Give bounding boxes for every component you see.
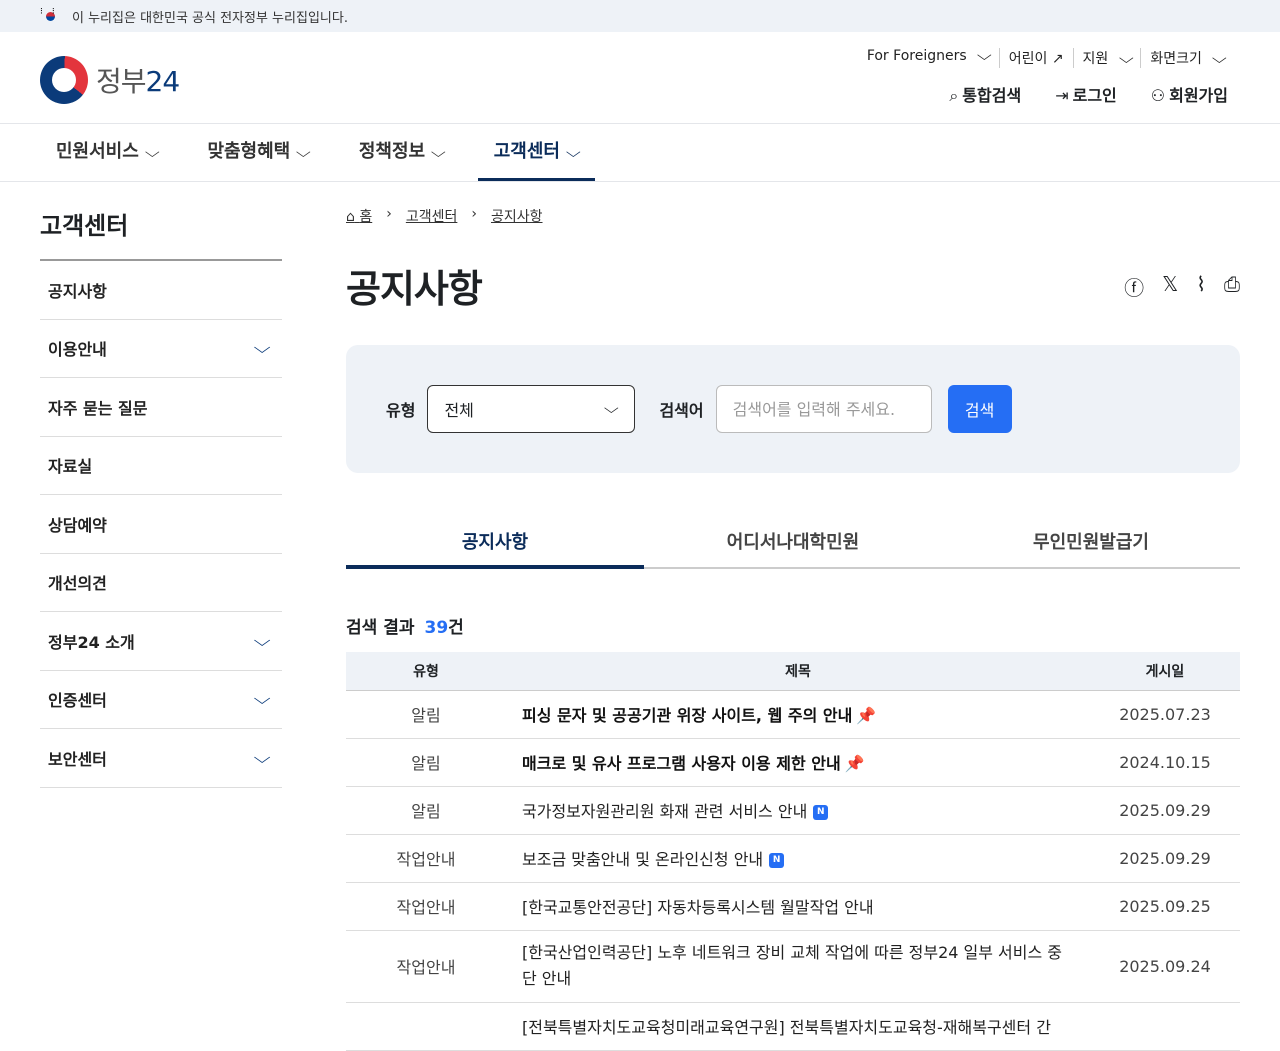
pin-icon: 📌 bbox=[856, 706, 877, 725]
util-support[interactable]: 지원 ⌵ bbox=[1072, 48, 1141, 68]
x-twitter-icon[interactable]: 𝕏 bbox=[1162, 272, 1178, 301]
login-button[interactable]: ⇥ 로그인 bbox=[1055, 82, 1117, 106]
chevron-down-icon: ⌵ bbox=[253, 630, 271, 650]
result-count: 검색 결과 39건 bbox=[346, 618, 464, 638]
sidebar-item-security[interactable]: 보안센터 ⌵ bbox=[40, 729, 282, 788]
logo-text-b: 24 bbox=[145, 65, 181, 98]
nav-customer-center[interactable]: 고객센터 ⌵ bbox=[477, 124, 595, 181]
nav-civil-service[interactable]: 민원서비스 ⌵ bbox=[40, 124, 173, 181]
chevron-down-icon: ⌵ bbox=[431, 145, 446, 161]
sidebar-item-auth[interactable]: 인증센터 ⌵ bbox=[40, 671, 282, 729]
chevron-down-icon: ⌵ bbox=[603, 401, 619, 417]
sidebar-item-notice[interactable]: 공지사항 bbox=[40, 261, 282, 320]
nav-benefits[interactable]: 맞춤형혜택 ⌵ bbox=[191, 124, 324, 181]
sidebar-item-about[interactable]: 정부24 소개 ⌵ bbox=[40, 612, 282, 671]
link-clip-icon[interactable]: ⌇ bbox=[1196, 272, 1206, 301]
gov24-logo[interactable]: 정부24 bbox=[40, 56, 181, 104]
signup-button[interactable]: ⚇ 회원가입 bbox=[1151, 82, 1228, 106]
print-icon[interactable]: ⎙ bbox=[1224, 272, 1240, 301]
chevron-down-icon: ⌵ bbox=[253, 338, 271, 358]
table-row[interactable]: 작업안내 [한국교통안전공단] 자동차등록시스템 월말작업 안내 2025.09… bbox=[346, 882, 1240, 931]
share-tools: ⓕ 𝕏 ⌇ ⎙ bbox=[1124, 272, 1240, 301]
utility-menu: For Foreigners ⌵ 어린이 ↗ 지원 ⌵ 화면크기 ⌵ bbox=[858, 48, 1234, 68]
table-row[interactable]: 알림 국가정보자원관리원 화재 관련 서비스 안내 N 2025.09.29 bbox=[346, 786, 1240, 835]
chevron-down-icon: ⌵ bbox=[565, 145, 581, 161]
sidebar-item-reservation[interactable]: 상담예약 bbox=[40, 495, 282, 554]
sidebar-item-archive[interactable]: 자료실 bbox=[40, 437, 282, 495]
table-row[interactable]: 작업안내 [한국산업인력공단] 노후 네트워크 장비 교체 작업에 따른 정부2… bbox=[346, 930, 1240, 1003]
logo-text-a: 정부 bbox=[96, 65, 147, 98]
taeguk-logo-icon bbox=[40, 56, 88, 104]
sidebar-item-feedback[interactable]: 개선의견 bbox=[40, 554, 282, 612]
facebook-icon[interactable]: ⓕ bbox=[1124, 272, 1144, 301]
notice-table: 유형 제목 게시일 알림 피싱 문자 및 공공기관 위장 사이트, 웹 주의 안… bbox=[346, 652, 1240, 1051]
col-type: 유형 bbox=[346, 652, 506, 691]
breadcrumb-notice[interactable]: 공지사항 bbox=[491, 206, 543, 226]
search-icon: ⌕ bbox=[949, 86, 959, 105]
new-badge: N bbox=[813, 805, 829, 820]
table-row[interactable]: 알림 매크로 및 유사 프로그램 사용자 이용 제한 안내 📌 2024.10.1… bbox=[346, 738, 1240, 787]
util-font-size[interactable]: 화면크기 ⌵ bbox=[1140, 48, 1234, 68]
tab-kiosk[interactable]: 무인민원발급기 bbox=[942, 521, 1240, 567]
nav-policy[interactable]: 정책정보 ⌵ bbox=[343, 124, 460, 181]
header: 정부24 For Foreigners ⌵ 어린이 ↗ 지원 ⌵ 화면크기 ⌵ … bbox=[0, 32, 1280, 124]
search-button[interactable]: ⌕ 통합검색 bbox=[949, 82, 1021, 106]
table-row[interactable]: [전북특별자치도교육청미래교육연구원] 전북특별자치도교육청-재해복구센터 간 bbox=[346, 1002, 1240, 1051]
sidebar-item-guide[interactable]: 이용안내 ⌵ bbox=[40, 320, 282, 378]
new-badge: N bbox=[769, 853, 785, 868]
chevron-down-icon: ⌵ bbox=[296, 145, 311, 161]
home-icon: ⌂ bbox=[346, 209, 355, 225]
external-link-icon: ↗ bbox=[1051, 51, 1064, 67]
search-panel: 유형 전체 ⌵ 검색어 검색 bbox=[346, 345, 1240, 473]
breadcrumb-separator-icon: › bbox=[471, 206, 477, 222]
search-input[interactable] bbox=[715, 385, 932, 433]
util-foreigners[interactable]: For Foreigners ⌵ bbox=[858, 48, 999, 68]
tab-univ-civil[interactable]: 어디서나대학민원 bbox=[644, 521, 942, 567]
gov-banner: 이 누리집은 대한민국 공식 전자정부 누리집입니다. bbox=[0, 0, 1280, 32]
korean-flag-icon bbox=[40, 7, 64, 24]
col-title: 제목 bbox=[506, 652, 1090, 691]
chevron-down-icon: ⌵ bbox=[253, 747, 271, 767]
util-kids[interactable]: 어린이 ↗ bbox=[998, 48, 1073, 68]
chevron-down-icon: ⌵ bbox=[144, 145, 160, 161]
type-label: 유형 bbox=[386, 401, 416, 420]
breadcrumb: ⌂ 홈 › 고객센터 › 공지사항 bbox=[346, 206, 1240, 226]
chevron-down-icon: ⌵ bbox=[253, 689, 271, 709]
keyword-label: 검색어 bbox=[659, 401, 704, 420]
header-actions: ⌕ 통합검색 ⇥ 로그인 ⚇ 회원가입 bbox=[949, 82, 1228, 106]
breadcrumb-separator-icon: › bbox=[386, 206, 392, 222]
page-title: 공지사항 bbox=[346, 267, 483, 311]
table-row[interactable]: 알림 피싱 문자 및 공공기관 위장 사이트, 웹 주의 안내 📌 2025.07… bbox=[346, 690, 1240, 739]
sidebar-item-faq[interactable]: 자주 묻는 질문 bbox=[40, 378, 282, 437]
pin-icon: 📌 bbox=[844, 754, 865, 773]
breadcrumb-home[interactable]: ⌂ 홈 bbox=[346, 206, 372, 226]
tab-notice[interactable]: 공지사항 bbox=[346, 521, 644, 569]
login-icon: ⇥ bbox=[1055, 86, 1069, 105]
breadcrumb-customer-center[interactable]: 고객센터 bbox=[406, 206, 458, 226]
user-plus-icon: ⚇ bbox=[1150, 86, 1166, 105]
col-date: 게시일 bbox=[1090, 652, 1240, 691]
tab-list: 공지사항 어디서나대학민원 무인민원발급기 bbox=[346, 521, 1240, 569]
global-nav: 민원서비스 ⌵ 맞춤형혜택 ⌵ 정책정보 ⌵ 고객센터 ⌵ bbox=[0, 124, 1280, 182]
main-content: ⌂ 홈 › 고객센터 › 공지사항 공지사항 ⓕ 𝕏 ⌇ ⎙ 유형 전체 ⌵ 검색… bbox=[346, 206, 1240, 1051]
sidebar: 고객센터 공지사항 이용안내 ⌵ 자주 묻는 질문 자료실 상담예약 개선의견 정… bbox=[40, 206, 282, 788]
sidebar-title: 고객센터 bbox=[40, 206, 282, 261]
search-submit-button[interactable]: 검색 bbox=[947, 385, 1012, 433]
gov-banner-text: 이 누리집은 대한민국 공식 전자정부 누리집입니다. bbox=[72, 10, 348, 26]
type-select[interactable]: 전체 ⌵ bbox=[427, 385, 636, 433]
table-row[interactable]: 작업안내 보조금 맞춤안내 및 온라인신청 안내 N 2025.09.29 bbox=[346, 834, 1240, 883]
